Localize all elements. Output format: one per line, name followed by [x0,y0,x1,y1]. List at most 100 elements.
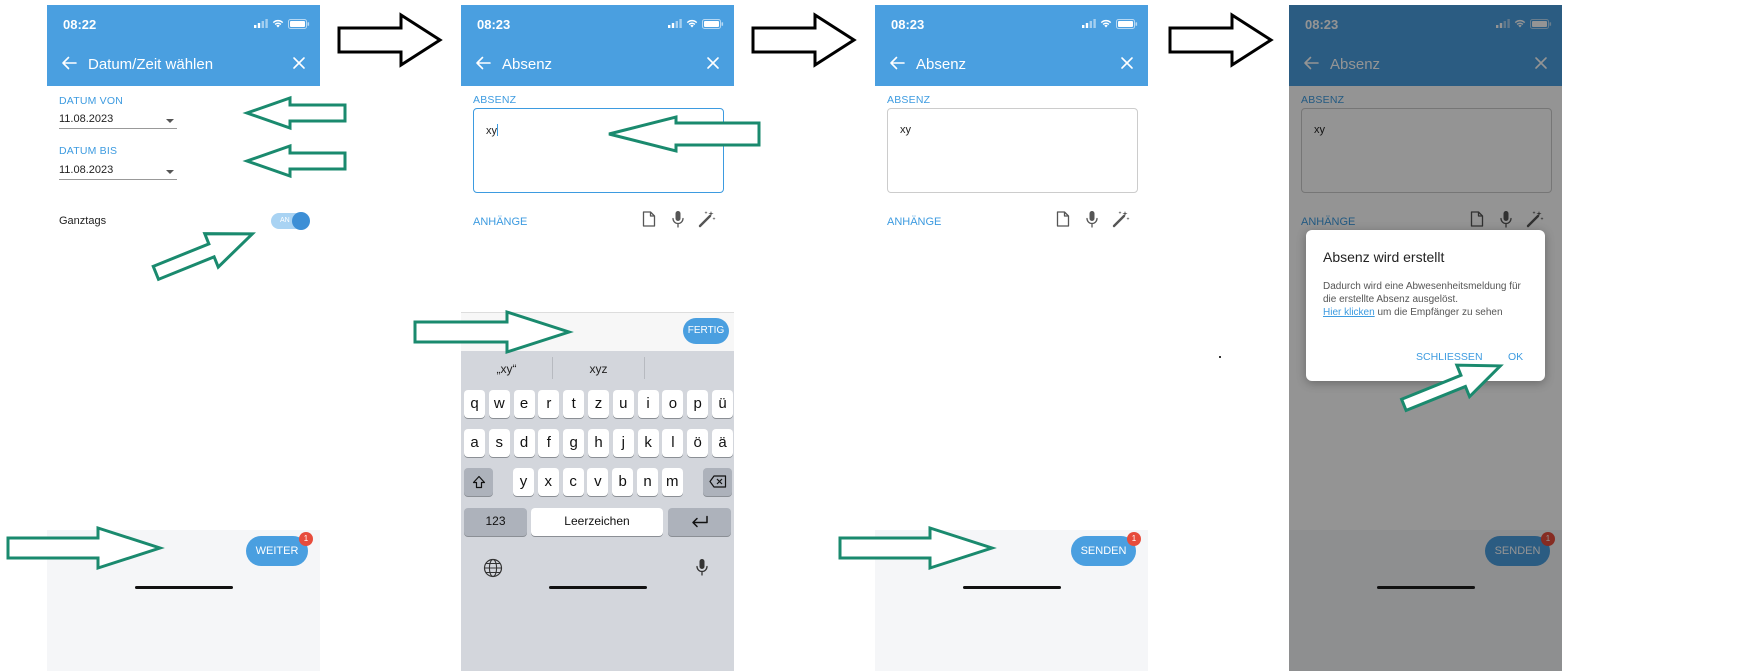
status-time: 08:23 [891,17,925,32]
key-h[interactable]: h [588,429,609,457]
wifi-icon [686,18,698,28]
notification-badge: 1 [299,532,313,546]
close-icon[interactable] [1120,56,1134,70]
absence-text-value: xy [486,124,498,137]
magic-wand-icon[interactable] [1112,210,1130,228]
microphone-icon[interactable] [671,210,685,228]
back-arrow-icon[interactable] [889,55,905,71]
return-key[interactable] [668,508,731,536]
key-g[interactable]: g [563,429,585,457]
wifi-icon [272,18,284,28]
file-icon[interactable] [642,211,656,227]
attachments-label[interactable]: ANHÄNGE [473,216,527,228]
key-w[interactable]: w [488,390,510,418]
dialog-body-text: Dadurch wird eine Abwesenheitsmeldung fü… [1323,281,1521,305]
screen-absence-filled: 08:23 Absenz ABSENZ xy ANHÄNGE SENDEN 1 [875,5,1148,671]
shift-key[interactable] [464,468,493,496]
date-to-label: DATUM BIS [59,145,118,157]
shift-icon [472,475,485,489]
dropdown-caret-icon [166,119,174,123]
attachments-label[interactable]: ANHÄNGE [887,216,941,228]
date-to-select[interactable]: 11.08.2023 [59,162,177,180]
key-k[interactable]: k [637,429,659,457]
key-o[interactable]: o [662,390,684,418]
key-y[interactable]: y [513,468,534,496]
date-from-value: 11.08.2023 [59,113,114,125]
key-j[interactable]: j [612,429,634,457]
key-ö[interactable]: ö [687,429,709,457]
key-m[interactable]: m [661,468,683,496]
backspace-key[interactable] [703,468,732,496]
magic-wand-icon[interactable] [698,210,716,228]
date-from-underline [59,128,177,129]
absence-text-value: xy [900,124,911,136]
status-time: 08:22 [63,17,97,32]
key-i[interactable]: i [637,390,659,418]
signal-icon [254,19,268,28]
key-f[interactable]: f [538,429,560,457]
close-icon[interactable] [706,56,720,70]
battery-icon [1116,19,1138,29]
date-from-select[interactable]: 11.08.2023 [59,111,177,129]
key-q[interactable]: q [464,390,485,418]
page-title: Absenz [502,56,553,73]
wifi-icon [1100,18,1112,28]
file-icon[interactable] [1056,211,1070,227]
home-indicator [963,586,1061,589]
key-n[interactable]: n [637,468,658,496]
key-t[interactable]: t [563,390,585,418]
key-z[interactable]: z [588,390,609,418]
recipients-link[interactable]: Hier klicken [1323,307,1375,318]
key-c[interactable]: c [562,468,584,496]
key-e[interactable]: e [513,390,535,418]
annotation-arrow-toggle [151,232,256,282]
space-key[interactable]: Leerzeichen [531,508,663,536]
dialog-title: Absenz wird erstellt [1323,249,1445,265]
status-time: 08:23 [477,17,511,32]
numbers-key-label: 123 [485,514,506,528]
date-from-label: DATUM VON [59,95,124,107]
key-r[interactable]: r [538,390,560,418]
done-button[interactable]: FERTIG [683,318,729,344]
home-indicator [549,586,647,589]
back-arrow-icon[interactable] [61,55,77,71]
key-s[interactable]: s [488,429,510,457]
dialog-link-suffix: um die Empfänger zu sehen [1374,307,1503,318]
date-to-underline [59,179,177,180]
key-x[interactable]: x [537,468,559,496]
absence-text-field[interactable]: xy [887,108,1138,193]
annotation-arrow-next [6,525,165,571]
globe-icon[interactable] [483,558,503,578]
keyboard: „xy“ xyz qwertzuiopü asdfghjklöä yxcvbnm… [461,351,734,671]
key-l[interactable]: l [662,429,684,457]
dictation-mic-icon[interactable] [695,557,709,577]
numbers-key[interactable]: 123 [464,508,527,536]
key-v[interactable]: v [587,468,609,496]
key-ä[interactable]: ä [712,429,733,457]
all-day-toggle[interactable]: AN [271,212,310,230]
home-indicator [1377,586,1475,589]
suggestion-1[interactable]: „xy“ [461,362,552,376]
close-icon[interactable] [292,56,306,70]
annotation-arrow-date-from [242,95,347,131]
screen-absence-dialog: 08:23 Absenz ABSENZ xy ANHÄNGE SENDEN 1 … [1289,5,1562,671]
toggle-knob [292,212,310,230]
page-title: Absenz [916,56,967,73]
key-a[interactable]: a [464,429,485,457]
annotation-arrow-text-field [608,115,761,153]
back-arrow-icon[interactable] [475,55,491,71]
suggestion-2[interactable]: xyz [553,362,644,376]
flow-arrow-2 [751,12,857,68]
annotation-arrow-ok [1399,363,1504,413]
key-u[interactable]: u [612,390,634,418]
key-p[interactable]: p [687,390,709,418]
key-ü[interactable]: ü [712,390,733,418]
key-b[interactable]: b [612,468,634,496]
key-d[interactable]: d [513,429,535,457]
status-bar: 08:23 [875,5,1148,43]
absence-field-label: ABSENZ [887,94,931,106]
microphone-icon[interactable] [1085,210,1099,228]
app-bar: Datum/Zeit wählen [47,43,320,86]
annotation-arrow-date-to [242,143,347,179]
ok-button[interactable]: OK [1508,351,1523,363]
